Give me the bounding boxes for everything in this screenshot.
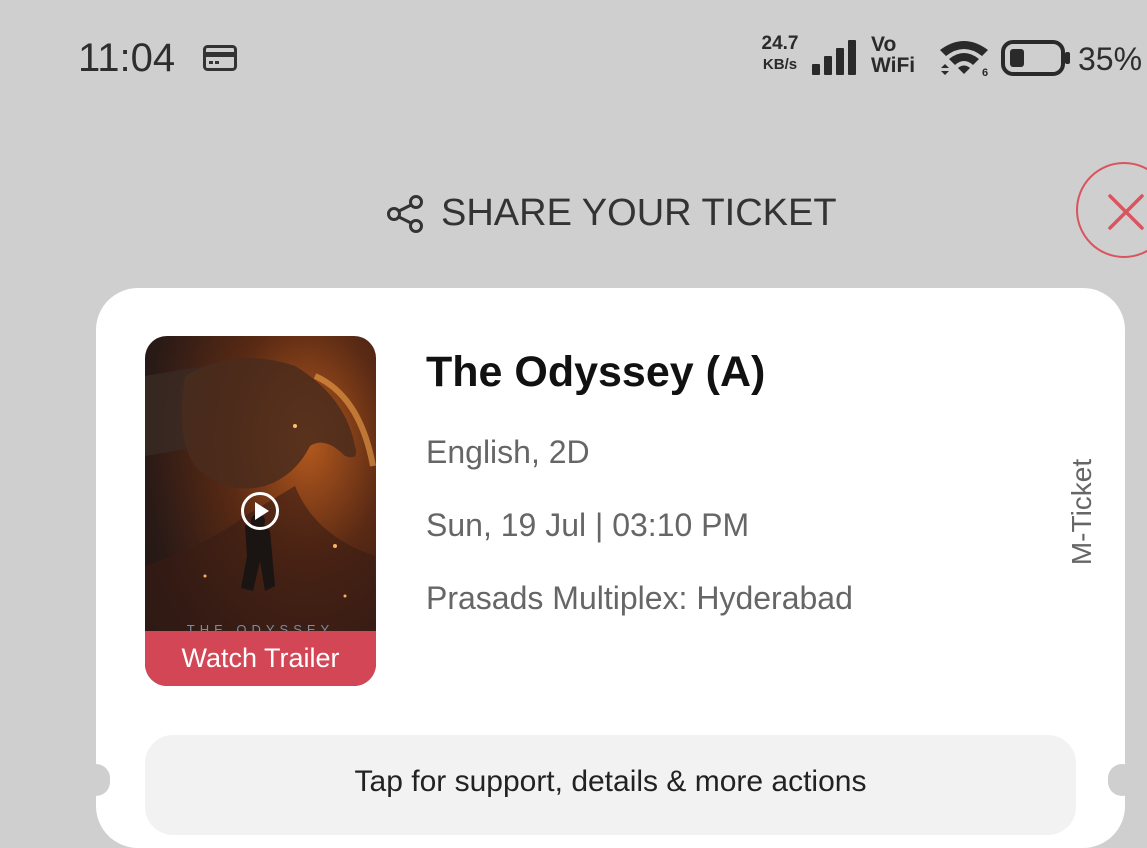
venue: Prasads Multiplex: Hyderabad xyxy=(426,580,853,616)
show-datetime: Sun, 19 Jul | 03:10 PM xyxy=(426,507,750,543)
ticket-notch-left xyxy=(82,764,110,796)
net-speed-value: 24.7 xyxy=(761,33,799,54)
poster-art xyxy=(145,358,376,636)
vowifi-bottom: WiFi xyxy=(871,54,916,77)
share-title: SHARE YOUR TICKET xyxy=(441,192,837,234)
ticket-notch-right xyxy=(1108,764,1136,796)
signal-icon xyxy=(812,40,856,75)
language-format: English, 2D xyxy=(426,434,590,470)
card-icon xyxy=(203,45,237,71)
movie-poster[interactable]: THE ODYSSEY Watch Trailer xyxy=(145,336,376,686)
net-speed-unit: KB/s xyxy=(762,56,798,73)
svg-text:6: 6 xyxy=(982,67,988,78)
share-header[interactable]: SHARE YOUR TICKET xyxy=(385,192,837,235)
battery-percentage: 35% xyxy=(1078,41,1143,77)
battery-icon xyxy=(1001,40,1070,76)
support-actions-button[interactable]: Tap for support, details & more actions xyxy=(145,735,1076,835)
watch-trailer-button[interactable]: Watch Trailer xyxy=(145,631,376,686)
status-time: 11:04 xyxy=(78,36,176,80)
ticket-type-label: M-Ticket xyxy=(1066,458,1097,566)
share-icon xyxy=(387,194,423,233)
vowifi-indicator: Vo WiFi xyxy=(871,34,915,76)
close-button[interactable] xyxy=(1076,162,1147,258)
net-speed: 24.7 KB/s xyxy=(758,34,802,72)
vowifi-top: Vo xyxy=(871,33,897,56)
wifi-icon: 6 xyxy=(940,41,988,78)
close-icon xyxy=(1108,194,1144,230)
support-text: Tap for support, details & more actions xyxy=(354,765,867,798)
movie-title: The Odyssey (A) xyxy=(426,348,766,396)
play-icon[interactable] xyxy=(240,491,280,531)
